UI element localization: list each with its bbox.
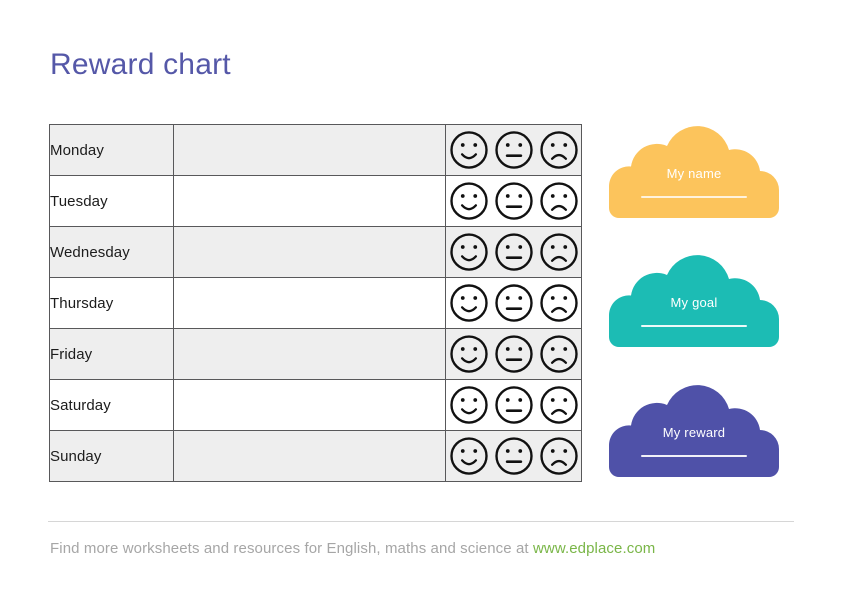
footer-text-label: Find more worksheets and resources for E… — [50, 540, 533, 557]
faces-cell — [445, 175, 582, 227]
face-option-group — [446, 278, 581, 328]
table-row: Thursday — [49, 277, 582, 329]
footer-divider — [48, 521, 794, 522]
neutral-face-icon[interactable] — [494, 232, 534, 272]
notes-cell[interactable] — [173, 430, 446, 482]
table-row: Tuesday — [49, 175, 582, 227]
cloud-my-goal[interactable]: My goal — [605, 253, 783, 353]
neutral-face-icon[interactable] — [494, 283, 534, 323]
notes-cell[interactable] — [173, 124, 446, 176]
cloud-shape-icon — [609, 126, 779, 218]
notes-cell[interactable] — [173, 379, 446, 431]
notes-cell[interactable] — [173, 277, 446, 329]
cloud-write-line[interactable] — [641, 455, 747, 457]
sad-face-icon[interactable] — [539, 436, 579, 476]
face-option-group — [446, 125, 581, 175]
sad-face-icon[interactable] — [539, 232, 579, 272]
page-title: Reward chart — [50, 48, 231, 81]
sad-face-icon[interactable] — [539, 130, 579, 170]
footer-url-link[interactable]: www.edplace.com — [533, 540, 655, 557]
notes-cell[interactable] — [173, 328, 446, 380]
faces-cell — [445, 430, 582, 482]
day-label-cell: Thursday — [49, 277, 174, 329]
cloud-my-name[interactable]: My name — [605, 124, 783, 224]
table-row: Wednesday — [49, 226, 582, 278]
table-row: Monday — [49, 124, 582, 176]
happy-face-icon[interactable] — [449, 130, 489, 170]
face-option-group — [446, 227, 581, 277]
happy-face-icon[interactable] — [449, 436, 489, 476]
day-label-cell: Wednesday — [49, 226, 174, 278]
reward-chart-table: Monday Tuesday Wednesday Thursday Friday Satu… — [49, 124, 582, 482]
neutral-face-icon[interactable] — [494, 334, 534, 374]
worksheet-page: Reward chart Monday Tuesday Wednesday Thurs… — [0, 0, 842, 595]
happy-face-icon[interactable] — [449, 283, 489, 323]
notes-cell[interactable] — [173, 175, 446, 227]
cloud-write-line[interactable] — [641, 196, 747, 198]
reward-chart-table-body: Monday Tuesday Wednesday Thursday Friday Satu… — [49, 124, 582, 482]
face-option-group — [446, 431, 581, 481]
face-option-group — [446, 329, 581, 379]
day-label-cell: Sunday — [49, 430, 174, 482]
faces-cell — [445, 277, 582, 329]
face-option-group — [446, 380, 581, 430]
sad-face-icon[interactable] — [539, 283, 579, 323]
happy-face-icon[interactable] — [449, 232, 489, 272]
neutral-face-icon[interactable] — [494, 436, 534, 476]
table-row: Saturday — [49, 379, 582, 431]
day-label-cell: Tuesday — [49, 175, 174, 227]
happy-face-icon[interactable] — [449, 181, 489, 221]
faces-cell — [445, 124, 582, 176]
sad-face-icon[interactable] — [539, 334, 579, 374]
table-row: Friday — [49, 328, 582, 380]
sad-face-icon[interactable] — [539, 385, 579, 425]
cloud-write-line[interactable] — [641, 325, 747, 327]
faces-cell — [445, 379, 582, 431]
footer: Find more worksheets and resources for E… — [50, 540, 795, 557]
neutral-face-icon[interactable] — [494, 181, 534, 221]
day-label-cell: Saturday — [49, 379, 174, 431]
neutral-face-icon[interactable] — [494, 385, 534, 425]
faces-cell — [445, 226, 582, 278]
day-label-cell: Friday — [49, 328, 174, 380]
cloud-shape-icon — [609, 385, 779, 477]
cloud-shape-icon — [609, 255, 779, 347]
happy-face-icon[interactable] — [449, 385, 489, 425]
cloud-my-reward[interactable]: My reward — [605, 383, 783, 483]
day-label-cell: Monday — [49, 124, 174, 176]
happy-face-icon[interactable] — [449, 334, 489, 374]
faces-cell — [445, 328, 582, 380]
face-option-group — [446, 176, 581, 226]
table-row: Sunday — [49, 430, 582, 482]
sad-face-icon[interactable] — [539, 181, 579, 221]
neutral-face-icon[interactable] — [494, 130, 534, 170]
notes-cell[interactable] — [173, 226, 446, 278]
